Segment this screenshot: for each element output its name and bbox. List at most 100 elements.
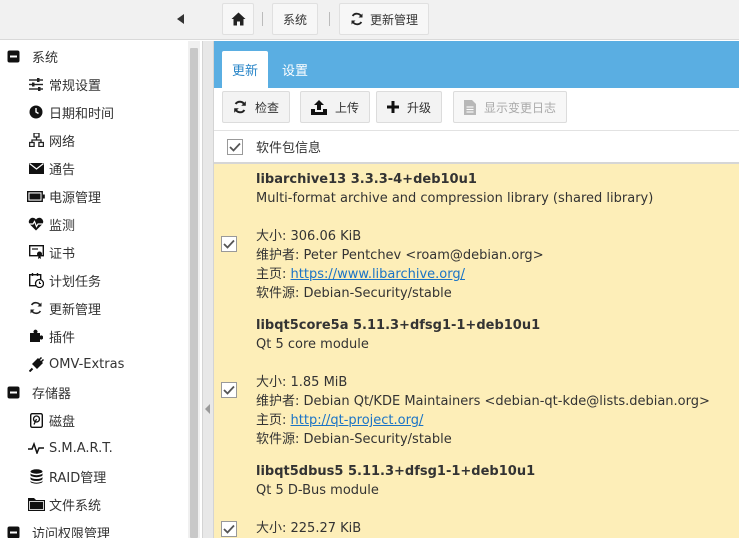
package-list: libarchive13 3.3.3-4+deb10u1 Multi-forma… [214,164,739,538]
sidebar-splitter[interactable] [202,41,214,538]
tab-settings-label: 设置 [282,64,309,79]
sidebar-item-monitoring[interactable]: 监测 [0,210,201,238]
sliders-icon [27,75,45,93]
check-button[interactable]: 检查 [222,91,291,123]
sidebar-item-date-time[interactable]: 日期和时间 [0,98,201,126]
sidebar-group-access-rights[interactable]: 访问权限管理 [0,518,201,538]
breadcrumb-separator [329,12,330,26]
hdd-icon [27,411,45,429]
sidebar-item-label: 证书 [49,246,76,262]
row-checkbox[interactable] [221,236,237,252]
package-name: libqt5core5a 5.11.3+dfsg1-1+deb10u1 [256,318,541,333]
upgrade-button-label: 升级 [407,100,432,115]
sidebar-item-label: 常规设置 [49,78,102,94]
sidebar-item-label: 磁盘 [49,414,76,430]
sidebar-item-plugins[interactable]: 插件 [0,322,201,350]
package-size: 大小: 306.06 KiB [256,229,362,244]
package-size: 大小: 225.27 KiB [256,521,362,536]
toolbar: 检查 上传 升级 显示变更日志 [214,88,739,130]
collapse-sidebar-button[interactable] [170,8,192,30]
tab-update[interactable]: 更新 [222,51,269,88]
minus-square-icon[interactable] [4,383,22,401]
sidebar-item-certificates[interactable]: 证书 [0,238,201,266]
package-maintainer: 维护者: Debian Qt/KDE Maintainers <debian-q… [256,394,710,409]
main-panel: 更新 设置 检查 上传 升级 显示变更日志 软件包信息 libarchive13… [214,41,739,538]
sidebar-group-system[interactable]: 系统 [0,42,201,70]
package-details: libqt5core5a 5.11.3+dfsg1-1+deb10u1 Qt 5… [256,316,736,449]
sidebar-item-omv-extras[interactable]: OMV-Extras [0,350,201,378]
package-name: libqt5dbus5 5.11.3+dfsg1-1+deb10u1 [256,464,536,479]
sidebar-item-label: 通告 [49,162,76,178]
sidebar-item-label: 计划任务 [49,274,102,290]
check-button-label: 检查 [255,100,280,115]
table-row[interactable]: libqt5core5a 5.11.3+dfsg1-1+deb10u1 Qt 5… [214,316,739,456]
sidebar-item-label: 日期和时间 [49,106,115,122]
plus-icon [387,101,399,113]
package-summary: Qt 5 D-Bus module [256,483,379,498]
table-row[interactable]: libarchive13 3.3.3-4+deb10u1 Multi-forma… [214,170,739,310]
column-header-package-info: 软件包信息 [256,141,322,156]
sidebar-item-notification[interactable]: 通告 [0,154,201,182]
breadcrumb-update-label: 更新管理 [370,12,419,27]
package-summary: Multi-format archive and compression lib… [256,191,654,206]
sidebar-group-storage[interactable]: 存储器 [0,378,201,406]
check-icon [223,385,235,395]
package-homepage: 主页: https://www.libarchive.org/ [256,265,736,284]
upgrade-button[interactable]: 升级 [376,91,443,123]
calendar-clock-icon [27,271,45,289]
breadcrumb-home[interactable] [222,3,254,35]
upload-button[interactable]: 上传 [300,91,371,123]
sidebar-item-disks[interactable]: 磁盘 [0,406,201,434]
package-details: libarchive13 3.3.3-4+deb10u1 Multi-forma… [256,170,736,303]
minus-square-icon[interactable] [4,47,22,65]
tab-bar: 更新 设置 [214,41,739,88]
sidebar-item-update-management[interactable]: 更新管理 [0,294,201,322]
breadcrumb-update-management[interactable]: 更新管理 [339,3,430,35]
table-row[interactable]: libqt5dbus5 5.11.3+dfsg1-1+deb10u1 Qt 5 … [214,462,739,538]
sidebar-item-label: 存储器 [32,386,72,402]
sidebar-item-scheduled-tasks[interactable]: 计划任务 [0,266,201,294]
tab-update-label: 更新 [232,64,259,79]
row-checkbox[interactable] [221,521,237,537]
show-changelog-label: 显示变更日志 [484,100,557,115]
file-text-icon [464,99,476,115]
sidebar-item-label: 监测 [49,218,76,234]
show-changelog-button[interactable]: 显示变更日志 [453,91,568,123]
sidebar-scrollbar-thumb[interactable] [190,48,198,538]
sidebar-item-raid-management[interactable]: RAID管理 [0,462,201,490]
check-icon [223,524,235,534]
plug-icon [27,355,45,373]
sidebar-item-label: 系统 [32,50,59,66]
homepage-label: 主页: [256,413,291,428]
sidebar-item-smart[interactable]: S.M.A.R.T. [0,434,201,462]
sidebar-item-network[interactable]: 网络 [0,126,201,154]
clock-icon [27,103,45,121]
home-icon [231,12,245,26]
breadcrumb-system[interactable]: 系统 [272,3,319,35]
puzzle-icon [27,327,45,345]
tab-settings[interactable]: 设置 [272,51,318,88]
folder-icon [27,495,45,513]
check-icon [229,142,241,152]
upload-button-label: 上传 [335,100,360,115]
minus-square-icon[interactable] [4,523,22,538]
sync-icon [351,12,363,26]
sidebar-item-label: 插件 [49,330,76,346]
package-details: libqt5dbus5 5.11.3+dfsg1-1+deb10u1 Qt 5 … [256,462,736,538]
select-all-checkbox[interactable] [214,138,256,155]
sidebar-item-general-settings[interactable]: 常规设置 [0,70,201,98]
sidebar-item-label: OMV-Extras [49,356,125,372]
row-checkbox[interactable] [221,382,237,398]
sync-icon [27,299,45,317]
homepage-label: 主页: [256,267,291,282]
homepage-link[interactable]: http://qt-project.org/ [291,413,424,428]
sidebar-item-file-systems[interactable]: 文件系统 [0,490,201,518]
collapse-arrow-icon[interactable] [205,404,210,414]
sidebar-item-label: RAID管理 [49,470,107,486]
heartbeat-icon [27,215,45,233]
breadcrumb-separator [262,12,263,26]
certificate-icon [27,243,45,261]
sidebar-item-power-management[interactable]: 电源管理 [0,182,201,210]
homepage-link[interactable]: https://www.libarchive.org/ [291,267,465,282]
breadcrumb-system-label: 系统 [283,12,308,27]
